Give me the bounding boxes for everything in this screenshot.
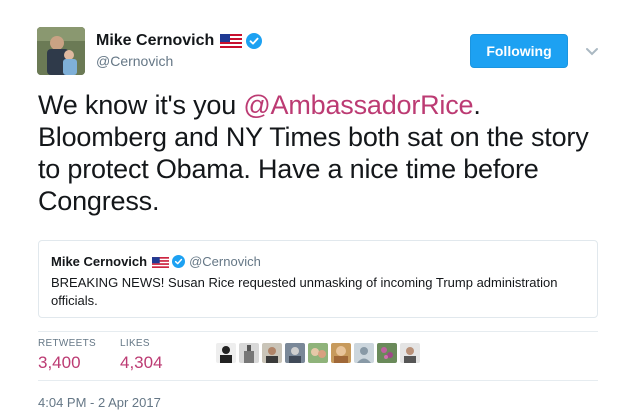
quoted-display-name: Mike Cernovich	[51, 254, 148, 269]
divider	[38, 331, 598, 332]
retweets-label: RETWEETS	[38, 338, 96, 349]
author-display-name[interactable]: Mike Cernovich	[96, 32, 214, 50]
liker-avatar-7[interactable]	[354, 343, 374, 363]
quoted-tweet-header: Mike Cernovich @Cernovich	[51, 254, 261, 269]
liker-avatar-2[interactable]	[239, 343, 259, 363]
us-flag-icon	[220, 34, 243, 48]
chevron-down-icon[interactable]	[585, 44, 599, 56]
author-name-row[interactable]: Mike Cernovich	[96, 31, 263, 51]
likes-label: LIKES	[120, 338, 150, 349]
liker-avatar-4[interactable]	[285, 343, 305, 363]
liker-avatar-8[interactable]	[377, 343, 397, 363]
tweet-card: Mike Cernovich @Cernovich Following We k…	[0, 0, 635, 418]
quoted-tweet-text: BREAKING NEWS! Susan Rice requested unma…	[51, 275, 558, 308]
verified-badge-icon	[246, 33, 263, 49]
retweets-count[interactable]: 3,400	[38, 353, 96, 373]
liker-avatar-6[interactable]	[331, 343, 351, 363]
liker-avatar-3[interactable]	[262, 343, 282, 363]
verified-badge-icon	[172, 255, 186, 268]
mention-link[interactable]: @AmbassadorRice	[243, 90, 473, 120]
quoted-tweet[interactable]: Mike Cernovich @Cernovich BREAKING NEWS!…	[38, 240, 598, 318]
divider	[38, 380, 598, 381]
liker-avatar-9[interactable]	[400, 343, 420, 363]
tweet-text-before: We know it's you	[38, 90, 244, 120]
likes-stat[interactable]: LIKES 4,304	[120, 338, 163, 373]
quoted-handle: @Cernovich	[189, 254, 261, 269]
liker-avatar-1[interactable]	[216, 343, 236, 363]
liker-avatars	[216, 343, 423, 363]
tweet-timestamp[interactable]: 4:04 PM - 2 Apr 2017	[38, 395, 161, 410]
retweets-stat[interactable]: RETWEETS 3,400	[38, 338, 96, 373]
liker-avatar-5[interactable]	[308, 343, 328, 363]
author-handle[interactable]: @Cernovich	[96, 53, 173, 69]
following-button[interactable]: Following	[470, 34, 568, 68]
author-avatar[interactable]	[37, 27, 85, 75]
likes-count[interactable]: 4,304	[120, 353, 163, 373]
us-flag-icon	[152, 256, 170, 268]
tweet-text: We know it's you @AmbassadorRice. Bloomb…	[38, 89, 608, 217]
